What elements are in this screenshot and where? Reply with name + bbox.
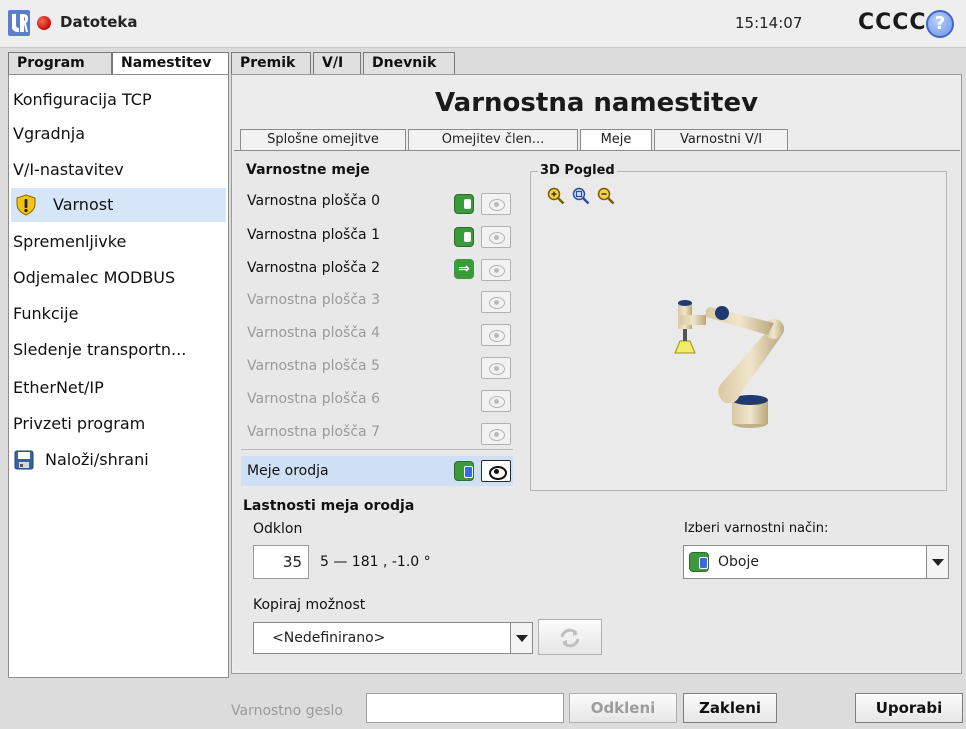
plane-0-visibility-eye-icon[interactable] [481, 193, 511, 215]
password-input[interactable] [366, 693, 564, 723]
sidebar: Konfiguracija TCP Vgradnja V/I-nastavite… [8, 74, 229, 678]
sidebar-item-features[interactable]: Funkcije [11, 297, 226, 331]
sidebar-item-default-program[interactable]: Privzeti program [11, 407, 226, 441]
unlock-button[interactable]: Odkleni [569, 693, 677, 723]
tab-joint-limits[interactable]: Omejitev člen... [408, 129, 578, 151]
file-menu[interactable]: Datoteka [60, 13, 138, 31]
plane-4-label: Varnostna plošča 4 [247, 325, 380, 341]
plane-0-toggle[interactable] [454, 194, 474, 214]
password-label: Varnostno geslo [231, 703, 343, 719]
plane-7-label: Varnostna plošča 7 [247, 424, 380, 440]
deviation-label: Odklon [253, 521, 303, 537]
zoom-out-icon[interactable] [597, 187, 615, 205]
sidebar-item-variables[interactable]: Spremenljivke [11, 225, 226, 259]
deviation-input[interactable]: 35 [253, 545, 309, 579]
divider [241, 449, 513, 450]
plane-6-visibility-eye-icon[interactable] [481, 390, 511, 412]
sidebar-item-ethernet-ip[interactable]: EtherNet/IP [11, 371, 226, 405]
tab-program[interactable]: Program [8, 52, 112, 74]
plane-3-visibility-eye-icon[interactable] [481, 291, 511, 313]
page-title: Varnostna namestitev [434, 88, 759, 118]
tab-log[interactable]: Dnevnik [363, 52, 455, 74]
plane-0-label: Varnostna plošča 0 [247, 193, 380, 209]
plane-1-toggle[interactable] [454, 227, 474, 247]
plane-5-label: Varnostna plošča 5 [247, 358, 380, 374]
mode-toggle-icon [689, 552, 709, 572]
plane-6-label: Varnostna plošča 6 [247, 391, 380, 407]
floppy-disk-icon [14, 450, 34, 470]
view-3d-title: 3D Pogled [538, 163, 617, 178]
tab-io[interactable]: V/I [313, 52, 361, 74]
tool-boundary-visibility-eye-icon[interactable] [481, 460, 511, 482]
tool-boundary-toggle[interactable] [454, 461, 474, 481]
sidebar-item-mounting[interactable]: Vgradnja [11, 117, 226, 151]
deviation-range: 5 — 181 , -1.0 ° [320, 554, 431, 570]
universal-robots-logo-icon [8, 10, 30, 36]
robot-name: CCCC [858, 10, 927, 35]
tab-move[interactable]: Premik [231, 52, 311, 74]
sidebar-item-tcp-config[interactable]: Konfiguracija TCP [11, 83, 226, 117]
tab-general-limits[interactable]: Splošne omejitve [240, 129, 406, 151]
zoom-fit-icon[interactable] [572, 187, 590, 205]
refresh-button[interactable] [538, 619, 602, 655]
status-indicator-icon [37, 16, 51, 30]
sidebar-item-safety[interactable]: Varnost [11, 188, 226, 222]
sidebar-item-load-save[interactable]: Naloži/shrani [11, 443, 226, 477]
plane-3-label: Varnostna plošča 3 [247, 292, 380, 308]
apply-button[interactable]: Uporabi [855, 693, 963, 723]
chevron-down-icon[interactable] [926, 546, 948, 578]
plane-2-label: Varnostna plošča 2 [247, 260, 380, 276]
sidebar-item-io-setup[interactable]: V/I-nastavitev [11, 153, 226, 187]
tab-boundaries[interactable]: Meje [580, 129, 652, 151]
sidebar-item-conveyor[interactable]: Sledenje transportn... [11, 333, 226, 367]
tab-safety-io[interactable]: Varnostni V/I [654, 129, 788, 151]
plane-2-visibility-eye-icon[interactable] [481, 259, 511, 281]
safety-mode-dropdown[interactable]: Oboje [683, 545, 949, 579]
top-bar [0, 0, 966, 48]
help-icon[interactable]: ? [926, 10, 954, 38]
tool-props-heading: Lastnosti meja orodja [243, 498, 415, 514]
tool-boundary-label: Meje orodja [247, 463, 329, 479]
plane-5-visibility-eye-icon[interactable] [481, 357, 511, 379]
zoom-in-icon[interactable] [547, 187, 565, 205]
plane-1-visibility-eye-icon[interactable] [481, 226, 511, 248]
copy-label: Kopiraj možnost [253, 597, 366, 613]
plane-1-label: Varnostna plošča 1 [247, 227, 380, 243]
warning-shield-icon [16, 194, 36, 216]
boundaries-heading: Varnostne meje [246, 162, 370, 178]
safety-mode-label: Izberi varnostni način: [684, 521, 829, 536]
tab-installation[interactable]: Namestitev [112, 52, 229, 75]
lock-button[interactable]: Zakleni [683, 693, 777, 723]
plane-4-visibility-eye-icon[interactable] [481, 324, 511, 346]
sidebar-item-modbus[interactable]: Odjemalec MODBUS [11, 261, 226, 295]
clock: 15:14:07 [735, 14, 803, 32]
plane-2-trigger-icon[interactable]: ⇒ [454, 259, 474, 279]
chevron-down-icon[interactable] [510, 623, 532, 653]
copy-dropdown[interactable]: <Nedefinirano> [253, 622, 533, 654]
plane-7-visibility-eye-icon[interactable] [481, 423, 511, 445]
refresh-icon [560, 628, 580, 648]
robot-arm-3d-model [674, 300, 784, 428]
